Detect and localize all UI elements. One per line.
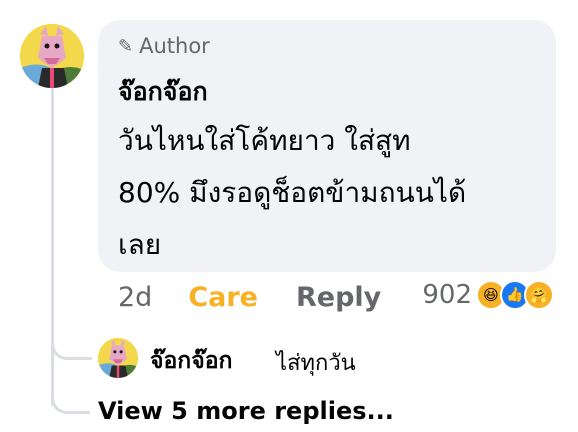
thread-branch-view-more [51,389,90,414]
avatar-image [20,24,84,88]
comment-text: วันไหนใส่โค้ทยาว ใส่สูท 80% มึงรอดูช็อตข… [118,115,538,271]
comment-text-line: วันไหนใส่โค้ทยาว ใส่สูท [118,124,411,157]
comment-actions: 2d Care Reply [118,282,381,313]
author-badge: ✎ Author [118,34,210,58]
reaction-count: 902 [422,280,472,310]
care-reaction-icon: 🤗 [524,280,554,310]
thread-line [51,86,54,406]
comment-text-line: เลย [118,228,162,261]
care-reaction-button[interactable]: Care [188,282,258,313]
reply-avatar[interactable] [98,338,138,378]
view-more-replies-link[interactable]: View 5 more replies... [98,397,394,425]
reply-author-name[interactable]: จ๊อกจ๊อก [150,343,232,379]
comment-timestamp[interactable]: 2d [118,282,152,313]
reply-avatar-image [98,338,138,378]
author-badge-label: Author [139,34,210,58]
avatar[interactable] [20,24,84,88]
comment-text-line: 80% มึงรอดูช็อตข้ามถนนได้ [118,176,467,209]
thread-branch-reply [51,335,92,360]
reply-button[interactable]: Reply [296,282,381,313]
reply-preview-text[interactable]: ไส่ทุกวัน [276,345,356,380]
comment-author-name[interactable]: จ๊อกจ๊อก [118,72,208,112]
reactions-summary[interactable]: 902 😆 👍 🤗 [422,280,554,310]
pencil-icon: ✎ [118,35,134,57]
